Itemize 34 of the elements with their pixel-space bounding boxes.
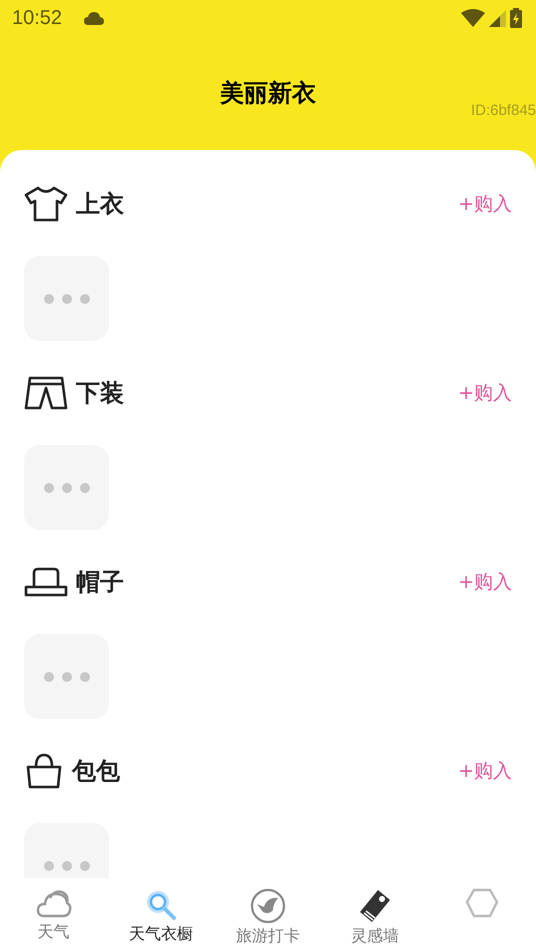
buy-link[interactable]: +购入 [458,191,512,217]
more-tile[interactable] [24,445,109,530]
bird-icon [249,888,287,924]
cloud-icon [84,12,104,24]
t-shirt-icon [24,186,68,222]
section-title: 上衣 [76,189,124,220]
more-icon [44,294,90,304]
signal-icon [489,10,506,26]
tag-icon [358,888,392,924]
hexagon-icon [465,888,500,918]
nav-tab[interactable]: 天气 [0,878,108,952]
more-tile[interactable] [24,256,109,341]
shorts-icon [24,376,68,410]
buy-link[interactable]: +购入 [458,380,512,406]
more-icon [44,860,90,870]
nav-tab[interactable]: 旅游打卡 [214,878,322,952]
nav-tab[interactable]: 天气衣橱 [107,878,214,952]
section-title: 帽子 [76,567,124,598]
section-title: 包包 [72,756,120,787]
page-title: 美丽新衣 [220,78,316,109]
section-title: 下装 [76,378,124,409]
cloud-icon [36,888,72,920]
nav-tab[interactable]: 灵感墙 [322,878,429,952]
more-icon [44,672,90,682]
buy-link[interactable]: +购入 [458,569,512,595]
hat-icon [24,565,68,599]
wifi-icon [461,9,485,27]
bag-icon [24,753,64,789]
status-time: 10:52 [12,6,62,30]
more-icon [44,482,90,492]
battery-icon [510,8,522,28]
buy-link[interactable]: +购入 [458,758,512,784]
id-label: ID:6bf845 [470,102,536,119]
more-tile[interactable] [24,634,109,719]
